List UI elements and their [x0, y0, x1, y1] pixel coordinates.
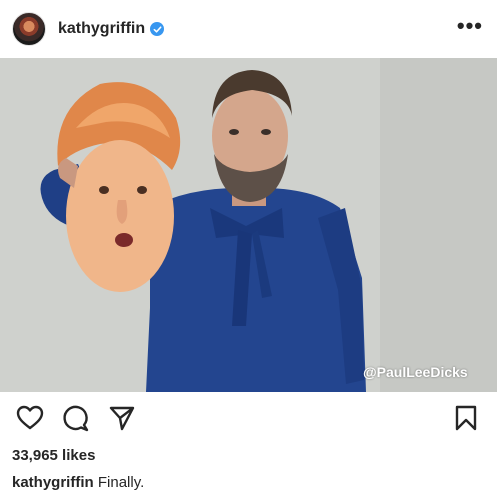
post-photo[interactable]: @PaulLeeDicks — [0, 58, 497, 392]
heart-icon — [16, 405, 44, 430]
more-options-button[interactable]: ••• — [457, 15, 483, 37]
caption-username[interactable]: kathygriffin — [12, 474, 94, 491]
caption-text: Finally. — [97, 474, 145, 491]
post-header: kathygriffin ••• — [0, 0, 497, 58]
verified-badge-icon — [150, 22, 165, 36]
like-button[interactable] — [16, 404, 44, 432]
bookmark-icon — [455, 405, 477, 431]
like-count[interactable]: 33,965 likes — [12, 447, 95, 464]
share-button[interactable] — [108, 404, 136, 432]
save-button[interactable] — [452, 404, 480, 432]
post-username[interactable]: kathygriffin — [58, 20, 145, 38]
share-icon — [109, 406, 135, 431]
photo-illustration — [0, 58, 497, 392]
post-caption: kathygriffin Finally. — [12, 474, 144, 491]
comment-icon — [63, 405, 89, 432]
comment-button[interactable] — [62, 404, 90, 432]
avatar[interactable] — [12, 12, 46, 46]
photo-watermark: @PaulLeeDicks — [363, 364, 468, 380]
post-action-bar — [0, 392, 497, 442]
